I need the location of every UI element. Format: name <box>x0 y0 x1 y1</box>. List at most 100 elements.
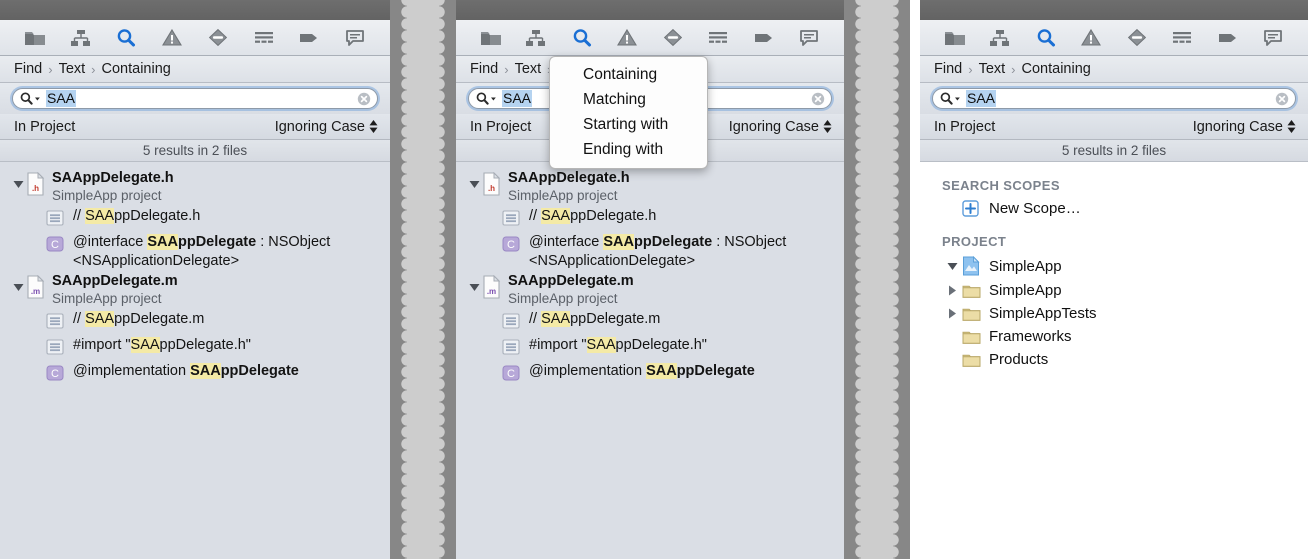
plus-icon[interactable] <box>962 200 982 217</box>
tag-icon[interactable] <box>1215 26 1241 50</box>
match-highlight: SAA <box>603 234 634 251</box>
scope-item-folder[interactable]: Frameworks <box>920 325 1308 348</box>
result-match-row[interactable]: C @interface SAAppDelegate : NSObject <N… <box>456 232 844 271</box>
match-style-popup-menu[interactable]: Containing Matching Starting with Ending… <box>549 56 708 169</box>
stepper-icon[interactable] <box>823 120 832 133</box>
folder-icon[interactable] <box>22 26 48 50</box>
hierarchy-icon[interactable] <box>987 26 1013 50</box>
scope-selector[interactable]: In Project <box>470 119 531 135</box>
breadcrumb-item-0[interactable]: Find <box>934 61 962 77</box>
search-icon[interactable] <box>1033 26 1059 50</box>
result-file-row[interactable]: .h SAAppDelegate.h SimpleApp project <box>456 168 844 206</box>
disclosure-triangle-icon[interactable] <box>942 308 962 319</box>
search-icon[interactable] <box>476 91 497 106</box>
result-match-row[interactable]: // SAAppDelegate.h <box>456 206 844 232</box>
torn-edge-divider <box>844 0 910 559</box>
class-icon: C <box>502 233 524 257</box>
list-icon[interactable] <box>251 26 277 50</box>
result-match-row[interactable]: #import "SAAppDelegate.h" <box>456 335 844 361</box>
search-icon[interactable] <box>113 26 139 50</box>
disclosure-triangle-icon[interactable] <box>10 170 26 189</box>
disclosure-triangle-icon[interactable] <box>466 273 482 292</box>
disclosure-triangle-icon[interactable] <box>942 262 962 271</box>
scope-item-project-root[interactable]: SimpleApp <box>920 253 1308 279</box>
scope-item-folder[interactable]: SimpleAppTests <box>920 302 1308 325</box>
breadcrumb-item-1[interactable]: Text <box>59 61 86 77</box>
tag-icon[interactable] <box>296 26 322 50</box>
clear-icon[interactable] <box>357 92 371 106</box>
disclosure-triangle-icon[interactable] <box>466 170 482 189</box>
svg-text:C: C <box>507 239 515 251</box>
case-selector[interactable]: Ignoring Case <box>729 119 832 135</box>
navigator-toolbar <box>456 20 844 56</box>
breadcrumb-item-1[interactable]: Text <box>979 61 1006 77</box>
match-highlight: SAA <box>646 363 677 380</box>
report-icon[interactable] <box>1260 26 1286 50</box>
tag-icon[interactable] <box>751 26 777 50</box>
match-text: // SAAppDelegate.m <box>529 311 661 328</box>
breadcrumb-item-2[interactable]: Containing <box>102 61 171 77</box>
stepper-icon[interactable] <box>369 120 378 133</box>
warning-icon[interactable] <box>1078 26 1104 50</box>
folder-icon[interactable] <box>942 26 968 50</box>
result-match-row[interactable]: // SAAppDelegate.h <box>0 206 390 232</box>
result-file-name: SAAppDelegate.h <box>52 170 174 186</box>
chevron-right-icon: › <box>91 61 96 77</box>
navigator-toolbar <box>920 20 1308 56</box>
scope-selector[interactable]: In Project <box>14 119 75 135</box>
disclosure-triangle-icon[interactable] <box>10 273 26 292</box>
clear-icon[interactable] <box>1275 92 1289 106</box>
list-icon[interactable] <box>705 26 731 50</box>
result-match-row[interactable]: C @implementation SAAppDelegate <box>456 361 844 387</box>
warning-icon[interactable] <box>159 26 185 50</box>
search-icon[interactable] <box>20 91 41 106</box>
result-match-row[interactable]: C @implementation SAAppDelegate <box>0 361 390 387</box>
chevron-right-icon: › <box>968 61 973 77</box>
match-text: @interface SAAppDelegate : NSObject <NSA… <box>529 234 787 269</box>
search-input[interactable]: SAA <box>12 88 378 109</box>
list-icon[interactable] <box>1169 26 1195 50</box>
clear-icon[interactable] <box>811 92 825 106</box>
scope-selector[interactable]: In Project <box>934 119 995 135</box>
result-match-row[interactable]: // SAAppDelegate.m <box>456 309 844 335</box>
scope-item-folder[interactable]: Products <box>920 348 1308 371</box>
result-file-row[interactable]: .m SAAppDelegate.m SimpleApp project <box>456 271 844 309</box>
popup-item-matching[interactable]: Matching <box>550 87 707 112</box>
result-file-row[interactable]: .h SAAppDelegate.h SimpleApp project <box>0 168 390 206</box>
result-file-row[interactable]: .m SAAppDelegate.m SimpleApp project <box>0 271 390 309</box>
case-label: Ignoring Case <box>274 118 365 135</box>
popup-item-ending-with[interactable]: Ending with <box>550 137 707 162</box>
stop-icon[interactable] <box>660 26 686 50</box>
match-highlight: SAA <box>541 311 571 328</box>
report-icon[interactable] <box>796 26 822 50</box>
search-input[interactable]: SAA <box>932 88 1296 109</box>
warning-icon[interactable] <box>614 26 640 50</box>
scope-item-folder[interactable]: SimpleApp <box>920 279 1308 302</box>
result-match-row[interactable]: // SAAppDelegate.m <box>0 309 390 335</box>
breadcrumb-item-2[interactable]: Containing <box>1022 61 1091 77</box>
breadcrumb-item-1[interactable]: Text <box>515 61 542 77</box>
result-match-row[interactable]: C @interface SAAppDelegate : NSObject <N… <box>0 232 390 271</box>
breadcrumb: Find › Text › Containing <box>0 56 390 83</box>
breadcrumb-item-0[interactable]: Find <box>14 61 42 77</box>
chevron-down-icon <box>35 97 40 100</box>
case-selector[interactable]: Ignoring Case <box>1193 119 1296 135</box>
disclosure-triangle-icon[interactable] <box>942 285 962 296</box>
stop-icon[interactable] <box>205 26 231 50</box>
result-match-row[interactable]: #import "SAAppDelegate.h" <box>0 335 390 361</box>
case-selector[interactable]: Ignoring Case <box>275 119 378 135</box>
hierarchy-icon[interactable] <box>68 26 94 50</box>
search-icon[interactable] <box>940 91 961 106</box>
popup-item-containing[interactable]: Containing <box>550 62 707 87</box>
stop-icon[interactable] <box>1124 26 1150 50</box>
popup-item-starting-with[interactable]: Starting with <box>550 112 707 137</box>
hierarchy-icon[interactable] <box>523 26 549 50</box>
search-icon[interactable] <box>569 26 595 50</box>
breadcrumb-item-0[interactable]: Find <box>470 61 498 77</box>
match-highlight: SAA <box>130 337 160 354</box>
folder-icon[interactable] <box>478 26 504 50</box>
report-icon[interactable] <box>342 26 368 50</box>
new-scope-item[interactable]: New Scope… <box>920 197 1308 220</box>
case-label: Ignoring Case <box>1192 118 1283 135</box>
stepper-icon[interactable] <box>1287 120 1296 133</box>
